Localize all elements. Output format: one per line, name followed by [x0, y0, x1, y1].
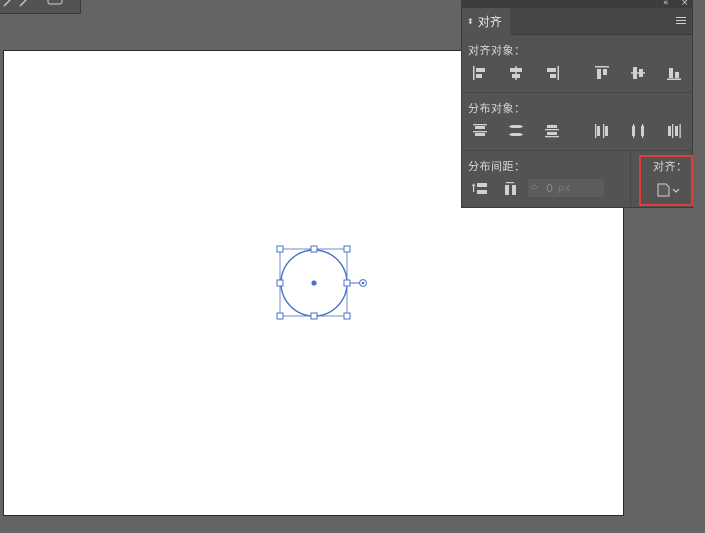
tab-expand-icon: ⬍ [467, 17, 474, 26]
distribute-bottom-icon[interactable] [542, 122, 562, 140]
panel-tab-strip: ⬍ 对齐 [462, 8, 692, 35]
collapse-panel-icon[interactable]: « [663, 0, 669, 8]
distribute-spacing-label: 分布间距： [468, 160, 526, 173]
vertical-distribute-space-icon[interactable] [470, 180, 490, 198]
align-bottom-icon[interactable] [664, 64, 684, 82]
align-left-icon[interactable] [470, 64, 490, 82]
distribute-horizontal-center-icon[interactable] [628, 122, 648, 140]
tab-align[interactable]: ⬍ 对齐 [462, 8, 510, 35]
distribute-left-icon[interactable] [592, 122, 612, 140]
section-divider-vertical [630, 152, 631, 206]
align-vertical-center-icon[interactable] [628, 64, 648, 82]
distribute-right-icon[interactable] [664, 122, 684, 140]
align-to-highlight-box [639, 155, 693, 206]
distribute-top-icon[interactable] [470, 122, 490, 140]
align-horizontal-center-icon[interactable] [506, 64, 526, 82]
spacing-value-input[interactable]: ︿ ﹀ 0 px [528, 179, 604, 197]
section-divider [462, 92, 692, 93]
spacing-unit: px [558, 182, 571, 194]
align-objects-label: 对齐对象： [468, 44, 526, 57]
align-top-icon[interactable] [592, 64, 612, 82]
close-panel-icon[interactable]: × [681, 0, 689, 8]
horizontal-distribute-space-icon[interactable] [501, 180, 521, 198]
spacing-value: 0 [546, 181, 553, 195]
pen-tool-icon[interactable] [0, 0, 80, 13]
distribute-objects-label: 分布对象： [468, 102, 526, 115]
toolbar-fragment [0, 0, 81, 14]
section-divider [462, 150, 692, 151]
align-right-icon[interactable] [542, 64, 562, 82]
panel-title-bar[interactable]: « × [462, 0, 692, 8]
tab-align-label: 对齐 [477, 15, 502, 29]
distribute-vertical-center-icon[interactable] [506, 122, 526, 140]
spacing-stepper-icon[interactable]: ︿ ﹀ [528, 179, 540, 197]
panel-menu-icon[interactable] [676, 17, 686, 26]
